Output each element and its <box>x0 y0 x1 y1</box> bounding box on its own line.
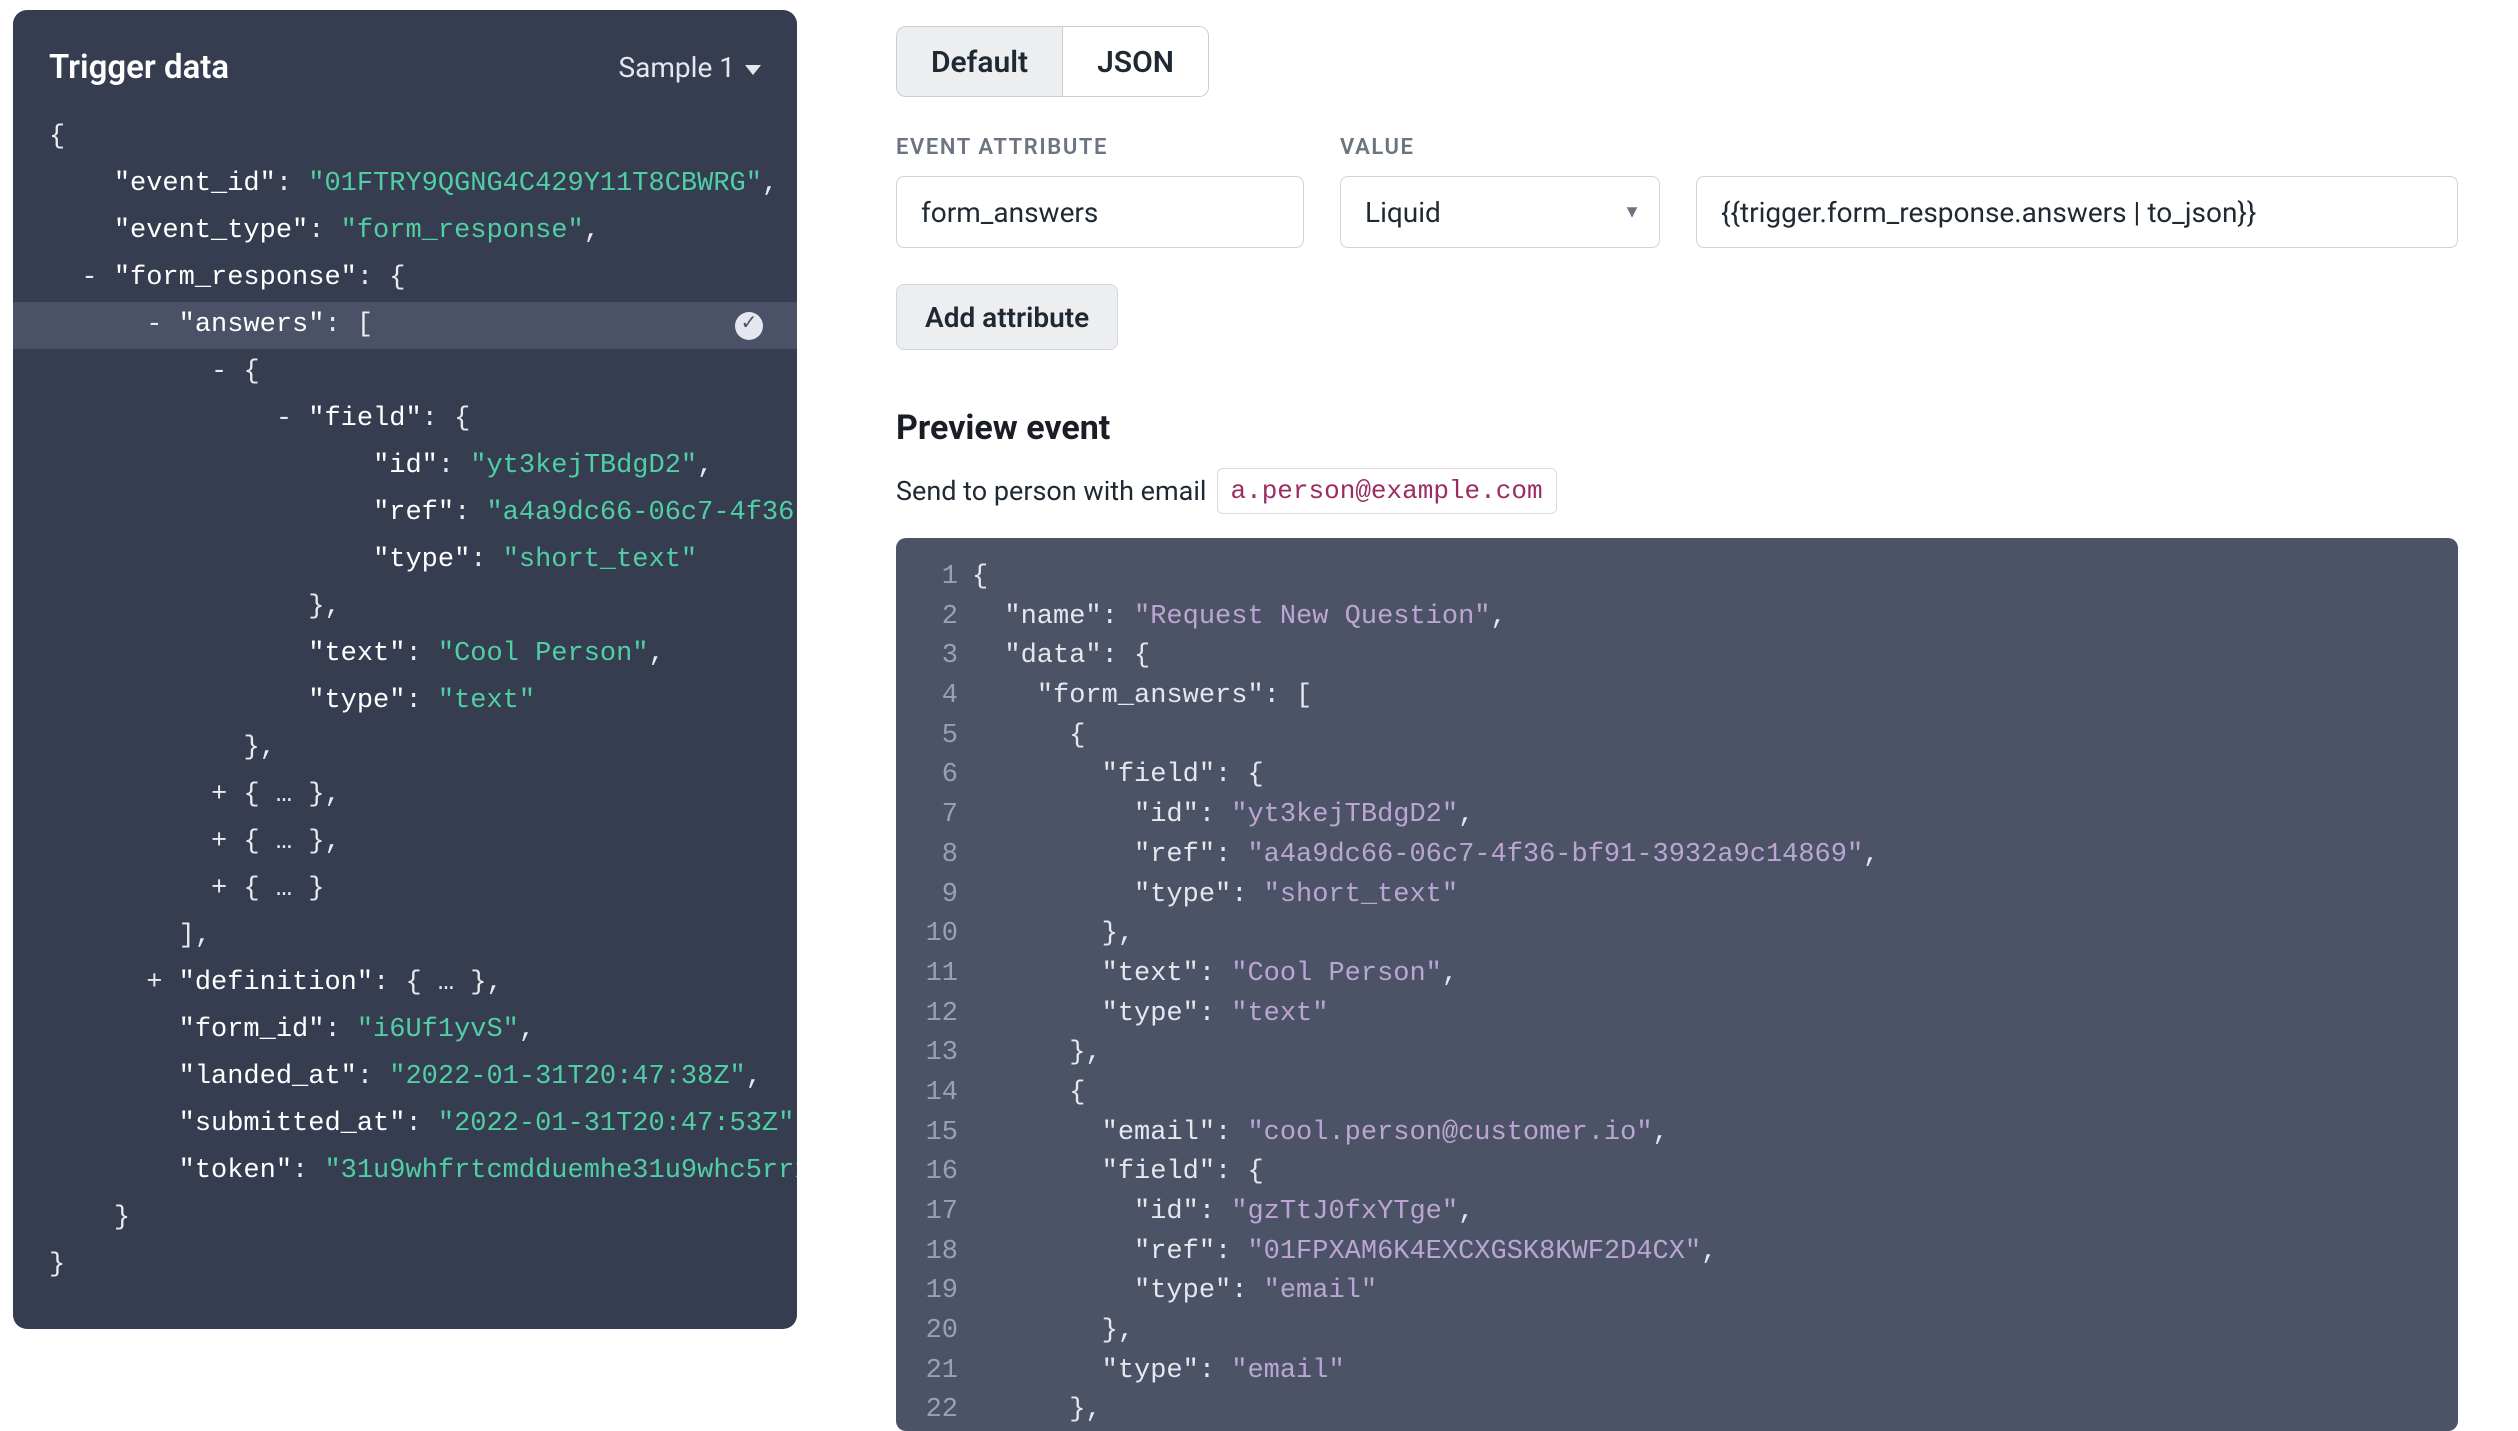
json-key: "text" <box>308 639 405 669</box>
format-tabs: Default JSON <box>896 26 1209 97</box>
json-key: "type" <box>308 686 405 716</box>
json-value: "Cool Person" <box>438 639 649 669</box>
tab-json[interactable]: JSON <box>1063 27 1208 96</box>
json-key[interactable]: "field" <box>308 404 421 434</box>
sample-label: Sample 1 <box>619 53 735 84</box>
json-value: "i6Uf1yvS" <box>357 1015 519 1045</box>
preview-code-block[interactable]: 1{ 2 "name": "Request New Question", 3 "… <box>896 538 2458 1431</box>
json-highlighted-row[interactable]: - "answers": [ ✓ <box>13 302 797 349</box>
check-icon: ✓ <box>735 312 763 340</box>
recipient-email-badge: a.person@example.com <box>1217 468 1557 514</box>
sample-selector[interactable]: Sample 1 <box>619 53 761 84</box>
json-value: "yt3kejTBdgD2" <box>470 451 697 481</box>
json-value: "text" <box>438 686 535 716</box>
json-key: "type" <box>373 545 470 575</box>
json-line: } <box>49 1250 65 1280</box>
trigger-data-title: Trigger data <box>49 50 229 86</box>
json-key: "token" <box>179 1156 292 1186</box>
json-line: } <box>114 1203 130 1233</box>
json-collapsed[interactable]: { … } <box>243 874 324 904</box>
json-line: { <box>49 122 65 152</box>
json-key-form-response[interactable]: "form_response" <box>114 263 357 293</box>
send-to-prefix: Send to person with email <box>896 475 1207 507</box>
value-expression-input[interactable]: {{trigger.form_response.answers | to_jso… <box>1696 176 2458 248</box>
json-line: { <box>243 357 259 387</box>
code-line: { <box>972 558 988 598</box>
json-value: "2022-01-31T20:47:53Z" <box>438 1109 794 1139</box>
event-config-panel: Default JSON EVENT ATTRIBUTE VALUE form_… <box>810 0 2518 1431</box>
json-key: "submitted_at" <box>179 1109 406 1139</box>
json-value: "short_text" <box>503 545 697 575</box>
json-value: "form_response" <box>341 216 584 246</box>
json-key: "event_type" <box>114 216 308 246</box>
json-key: "ref" <box>373 498 454 528</box>
json-value: "2022-01-31T20:47:38Z" <box>389 1062 745 1092</box>
json-key: "id" <box>373 451 438 481</box>
json-collapsed[interactable]: { … }, <box>243 827 340 857</box>
chevron-down-icon <box>745 65 761 75</box>
json-line: ], <box>179 921 211 951</box>
label-value: VALUE <box>1340 135 1415 160</box>
value-type-select[interactable]: Liquid ▼ <box>1340 176 1660 248</box>
tab-default[interactable]: Default <box>897 27 1063 96</box>
trigger-data-panel: Trigger data Sample 1 { "event_id": "01F… <box>0 0 810 1431</box>
json-key-answers: "answers" <box>179 310 325 340</box>
json-value: "a4a9dc66-06c7-4f36-bf91-3932a9c14 <box>486 498 797 528</box>
add-attribute-button[interactable]: Add attribute <box>896 284 1118 350</box>
trigger-data-card: Trigger data Sample 1 { "event_id": "01F… <box>13 10 797 1329</box>
json-key: "event_id" <box>114 169 276 199</box>
json-collapsed[interactable]: { … }, <box>243 780 340 810</box>
json-key: "landed_at" <box>179 1062 357 1092</box>
trigger-json-view[interactable]: { "event_id": "01FTRY9QGNG4C429Y11T8CBWR… <box>13 114 797 1288</box>
json-key: "form_id" <box>179 1015 325 1045</box>
event-attribute-input[interactable]: form_answers <box>896 176 1304 248</box>
value-type-label: Liquid <box>1365 196 1441 229</box>
json-value: "31u9whfrtcmdduemhe31u9whc5rrxkoc" <box>324 1156 797 1186</box>
json-value: "01FTRY9QGNG4C429Y11T8CBWRG" <box>308 169 762 199</box>
preview-event-title: Preview event <box>896 408 2458 448</box>
caret-down-icon: ▼ <box>1623 202 1641 223</box>
json-line: }, <box>308 592 340 622</box>
json-line: }, <box>243 733 275 763</box>
label-event-attribute: EVENT ATTRIBUTE <box>896 135 1304 160</box>
json-key[interactable]: "definition" <box>179 968 373 998</box>
